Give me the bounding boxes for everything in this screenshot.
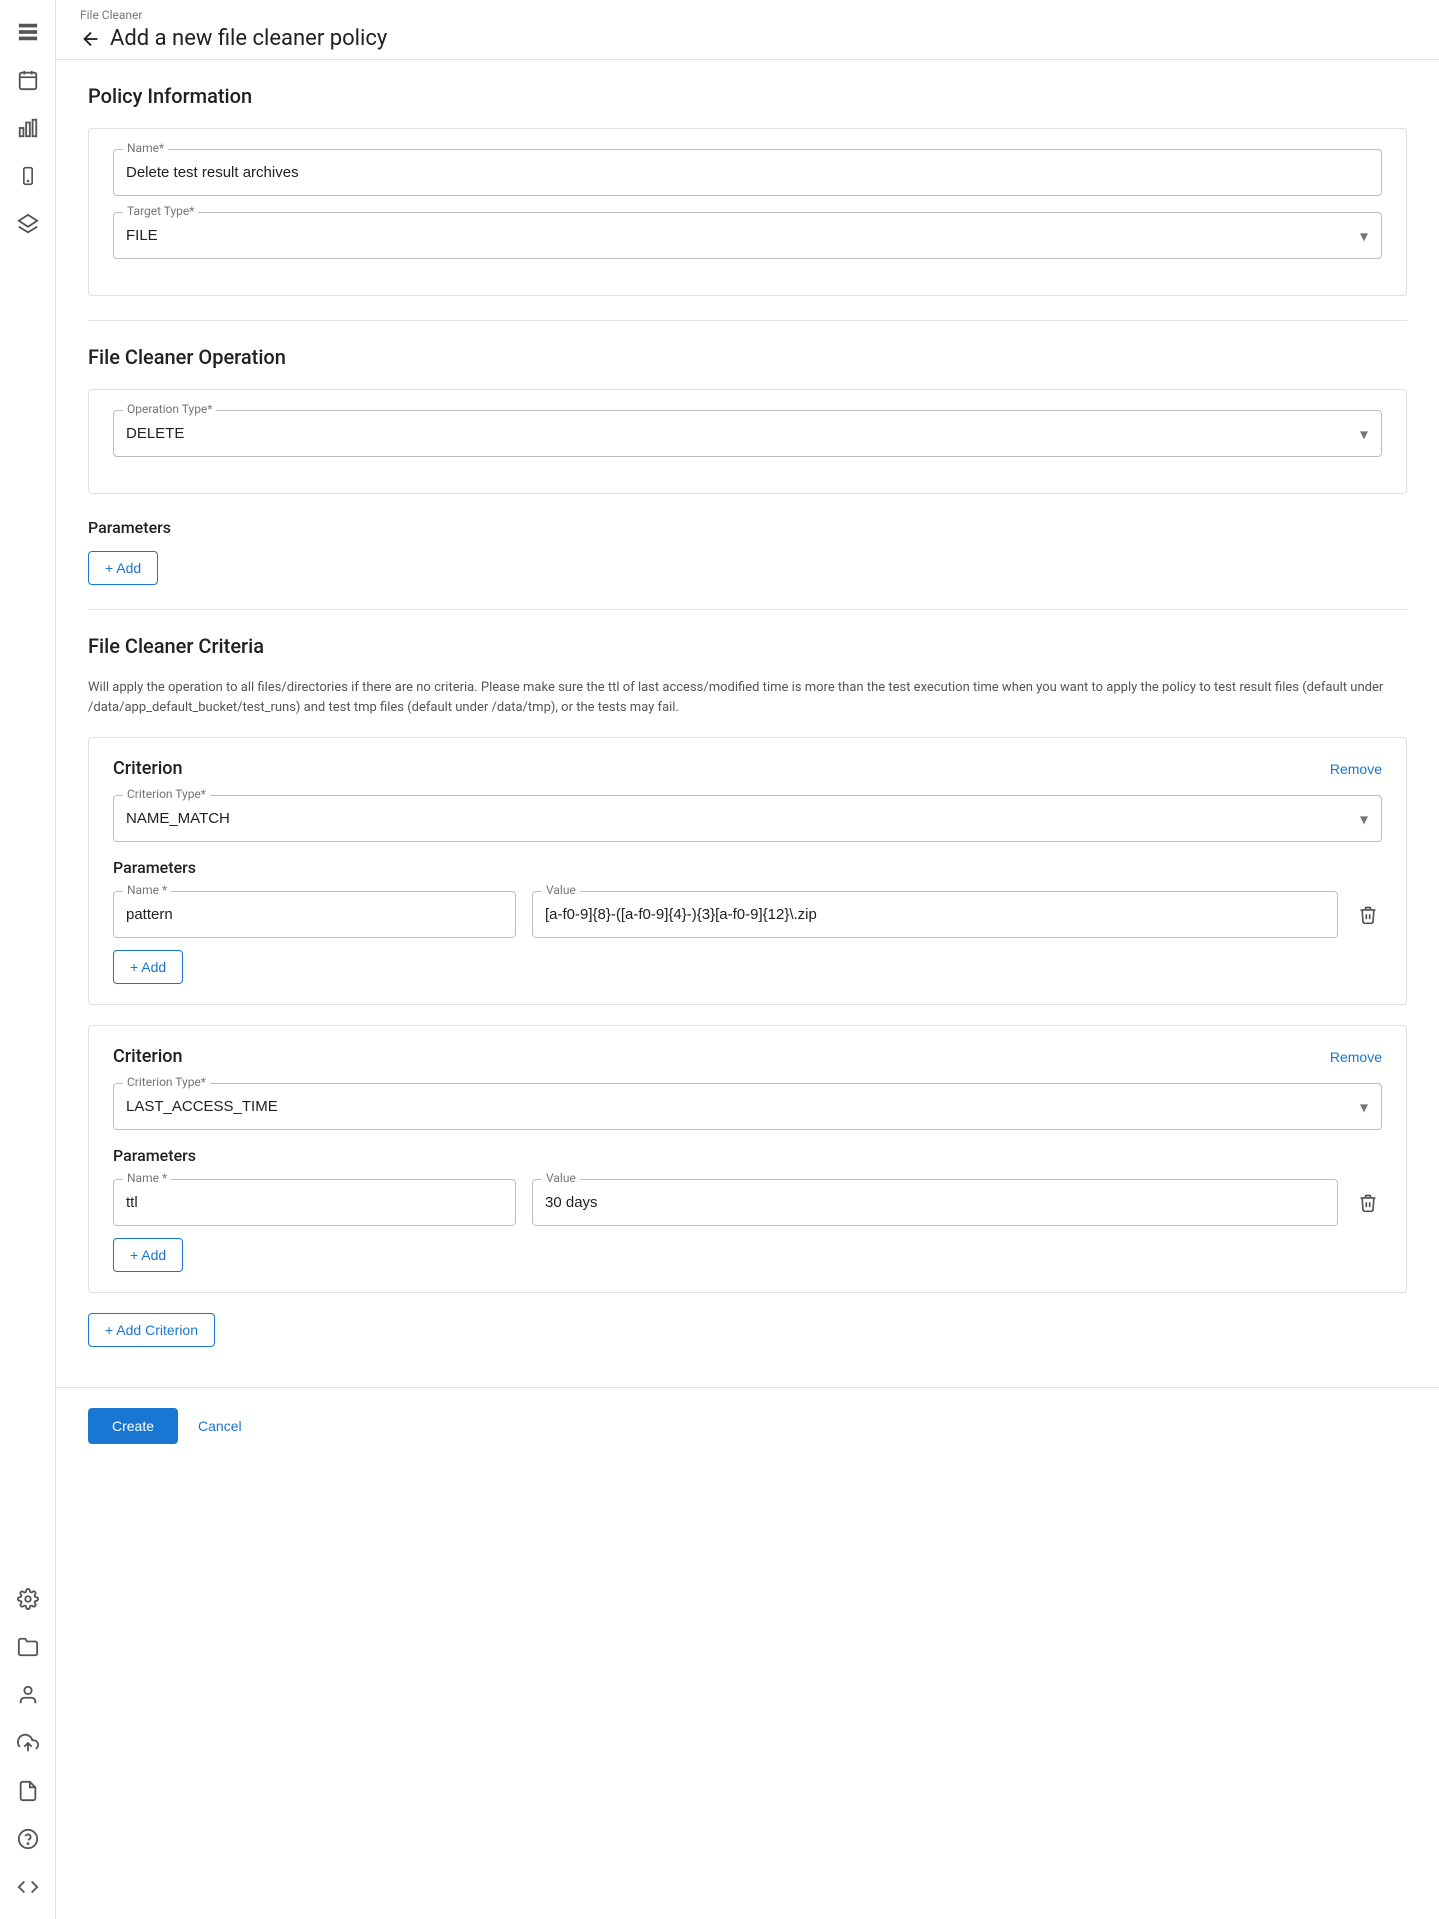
bottom-actions: Create Cancel: [56, 1387, 1439, 1464]
criterion-remove-button-1[interactable]: Remove: [1330, 761, 1382, 777]
file-cleaner-operation-card: Operation Type* DELETE MOVE COMPRESS: [88, 389, 1407, 494]
sidebar-icon-code[interactable]: [8, 1867, 48, 1907]
name-label: Name*: [123, 141, 168, 155]
criterion-card-1: Criterion Remove Criterion Type* NAME_MA…: [88, 737, 1407, 1005]
param-row-2-1: Name * Value: [113, 1179, 1382, 1226]
criterion-type-field-group-2: Criterion Type* NAME_MATCH LAST_ACCESS_T…: [113, 1083, 1382, 1130]
criterion-type-select-wrapper-2: NAME_MATCH LAST_ACCESS_TIME LAST_MODIFIE…: [113, 1083, 1382, 1130]
sidebar-icon-folder[interactable]: [8, 1627, 48, 1667]
param-row-1-1: Name * Value: [113, 891, 1382, 938]
operation-type-select-wrapper: DELETE MOVE COMPRESS: [113, 410, 1382, 457]
target-type-select-wrapper: FILE DIRECTORY: [113, 212, 1382, 259]
create-button[interactable]: Create: [88, 1408, 178, 1444]
criterion-header-1: Criterion Remove: [113, 758, 1382, 779]
criterion-type-field-group-1: Criterion Type* NAME_MATCH LAST_ACCESS_T…: [113, 795, 1382, 842]
criterion-title-1: Criterion: [113, 758, 183, 779]
criterion-params-title-2: Parameters: [113, 1146, 1382, 1165]
breadcrumb: File Cleaner: [80, 8, 1407, 22]
name-input[interactable]: [113, 149, 1382, 196]
param-name-field-2-1: Name *: [113, 1179, 516, 1226]
sidebar-icon-phone[interactable]: [8, 156, 48, 196]
form-body: Policy Information Name* Target Type* FI…: [56, 60, 1439, 1387]
param-value-label-1-1: Value: [542, 883, 580, 897]
criterion-type-select-wrapper-1: NAME_MATCH LAST_ACCESS_TIME LAST_MODIFIE…: [113, 795, 1382, 842]
criterion-params-title-1: Parameters: [113, 858, 1382, 877]
sidebar-icon-help[interactable]: [8, 1819, 48, 1859]
sidebar-icon-settings[interactable]: [8, 1579, 48, 1619]
sidebar-icon-document[interactable]: [8, 1771, 48, 1811]
sidebar-icon-upload[interactable]: [8, 1723, 48, 1763]
operation-type-field-group: Operation Type* DELETE MOVE COMPRESS: [113, 410, 1382, 457]
criterion-type-label-1: Criterion Type*: [123, 787, 210, 801]
param-value-field-1-1: Value: [532, 891, 1338, 938]
criteria-info-text: Will apply the operation to all files/di…: [88, 678, 1407, 717]
sidebar-icon-layers[interactable]: [8, 204, 48, 244]
page-title: Add a new file cleaner policy: [110, 26, 387, 51]
operation-type-select[interactable]: DELETE MOVE COMPRESS: [113, 410, 1382, 457]
param-value-field-2-1: Value: [532, 1179, 1338, 1226]
sidebar: [0, 0, 56, 1919]
top-parameters-title: Parameters: [88, 518, 1407, 537]
param-value-input-2-1[interactable]: [532, 1179, 1338, 1226]
param-name-input-2-1[interactable]: [113, 1179, 516, 1226]
criterion-header-2: Criterion Remove: [113, 1046, 1382, 1067]
param-name-field-1-1: Name *: [113, 891, 516, 938]
criterion-add-param-button-2[interactable]: + Add: [113, 1238, 183, 1272]
criterion-type-label-2: Criterion Type*: [123, 1075, 210, 1089]
param-name-label-2-1: Name *: [123, 1171, 171, 1185]
page-header: File Cleaner Add a new file cleaner poli…: [56, 0, 1439, 60]
target-type-label: Target Type*: [123, 204, 198, 218]
param-name-label-1-1: Name *: [123, 883, 171, 897]
policy-information-card: Name* Target Type* FILE DIRECTORY: [88, 128, 1407, 296]
file-cleaner-operation-title: File Cleaner Operation: [88, 345, 1407, 369]
main-content: File Cleaner Add a new file cleaner poli…: [56, 0, 1439, 1919]
criterion-title-2: Criterion: [113, 1046, 183, 1067]
param-value-label-2-1: Value: [542, 1171, 580, 1185]
criterion-card-2: Criterion Remove Criterion Type* NAME_MA…: [88, 1025, 1407, 1293]
operation-type-label: Operation Type*: [123, 402, 216, 416]
param-value-input-1-1[interactable]: [532, 891, 1338, 938]
back-button[interactable]: [80, 28, 102, 50]
param-name-input-1-1[interactable]: [113, 891, 516, 938]
sidebar-icon-person[interactable]: [8, 1675, 48, 1715]
file-cleaner-criteria-title: File Cleaner Criteria: [88, 634, 1407, 658]
sidebar-icon-list[interactable]: [8, 12, 48, 52]
add-criterion-row: + Add Criterion: [88, 1313, 1407, 1363]
param-delete-button-1-1[interactable]: [1354, 901, 1382, 929]
policy-information-title: Policy Information: [88, 84, 1407, 108]
top-parameters-section: Parameters + Add: [88, 518, 1407, 585]
param-delete-button-2-1[interactable]: [1354, 1189, 1382, 1217]
cancel-button[interactable]: Cancel: [190, 1408, 250, 1444]
top-parameters-add-button[interactable]: + Add: [88, 551, 158, 585]
criterion-add-param-button-1[interactable]: + Add: [113, 950, 183, 984]
criterion-type-select-2[interactable]: NAME_MATCH LAST_ACCESS_TIME LAST_MODIFIE…: [113, 1083, 1382, 1130]
sidebar-icon-calendar[interactable]: [8, 60, 48, 100]
name-field-group: Name*: [113, 149, 1382, 196]
target-type-select[interactable]: FILE DIRECTORY: [113, 212, 1382, 259]
criterion-remove-button-2[interactable]: Remove: [1330, 1049, 1382, 1065]
target-type-field-group: Target Type* FILE DIRECTORY: [113, 212, 1382, 259]
sidebar-icon-chart[interactable]: [8, 108, 48, 148]
add-criterion-button[interactable]: + Add Criterion: [88, 1313, 215, 1347]
criterion-type-select-1[interactable]: NAME_MATCH LAST_ACCESS_TIME LAST_MODIFIE…: [113, 795, 1382, 842]
